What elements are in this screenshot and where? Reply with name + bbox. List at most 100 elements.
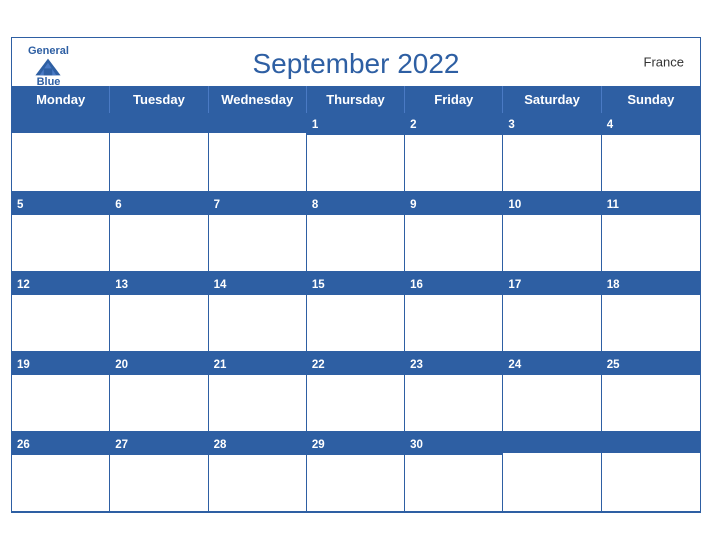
day-body [405,215,502,271]
day-number: 28 [214,439,227,451]
day-body [503,375,600,431]
day-number-bar: 20 [110,353,207,375]
day-cell: 15 [307,273,405,352]
month-title: September 2022 [252,48,459,80]
day-number-bar: 12 [12,273,109,295]
day-cell: 5 [12,193,110,272]
day-cell: 3 [503,113,601,192]
day-number-bar: 9 [405,193,502,215]
day-number-bar: 26 [12,433,109,455]
day-number-bar: 4 [602,113,700,135]
day-body [209,133,306,189]
day-body [405,455,502,511]
day-number: 18 [607,279,620,291]
day-body [209,215,306,271]
day-number-bar [602,433,700,453]
day-body [12,295,109,351]
logo-icon [34,57,62,77]
calendar-header: General Blue September 2022 France [12,38,700,86]
day-cell: 9 [405,193,503,272]
day-number: 3 [508,119,514,131]
day-number-bar: 10 [503,193,600,215]
day-body [209,455,306,511]
day-number-bar: 5 [12,193,109,215]
day-body [110,455,207,511]
day-body [12,455,109,511]
day-body [602,295,700,351]
day-number-bar: 6 [110,193,207,215]
week-row-3: 12 13 14 15 16 17 18 [12,273,700,353]
day-header-monday: Monday [12,86,110,113]
country-label: France [644,55,684,70]
day-number: 9 [410,199,416,211]
day-number: 10 [508,199,521,211]
day-cell: 17 [503,273,601,352]
day-number-bar: 17 [503,273,600,295]
day-body [602,215,700,271]
day-number-bar: 1 [307,113,404,135]
day-cell: 20 [110,353,208,432]
day-number-bar [503,433,600,453]
day-body [209,295,306,351]
day-number-bar: 13 [110,273,207,295]
day-cell: 10 [503,193,601,272]
day-number-bar: 23 [405,353,502,375]
day-number: 29 [312,439,325,451]
day-body [307,375,404,431]
day-cell [209,113,307,192]
day-number: 19 [17,359,30,371]
week-row-1: 123 4 [12,113,700,193]
day-number-bar: 28 [209,433,306,455]
day-cell: 6 [110,193,208,272]
day-body [12,375,109,431]
day-number-bar: 30 [405,433,502,455]
day-number-bar: 16 [405,273,502,295]
day-cell: 4 [602,113,700,192]
calendar-body: 1234567891011121314151617181920212223242… [12,113,700,512]
day-body [307,455,404,511]
day-number: 11 [607,199,619,211]
day-cell: 8 [307,193,405,272]
day-cell: 13 [110,273,208,352]
day-number-bar: 8 [307,193,404,215]
day-number-bar: 11 [602,193,700,215]
day-body [503,135,600,191]
day-header-friday: Friday [405,86,503,113]
week-row-5: 26 27 28 29 30 [12,433,700,512]
day-number: 27 [115,439,128,451]
day-number: 16 [410,279,423,291]
day-number: 22 [312,359,325,371]
day-cell: 7 [209,193,307,272]
day-number: 17 [508,279,521,291]
day-body [503,215,600,271]
day-cell: 12 [12,273,110,352]
day-cell: 19 [12,353,110,432]
day-cell: 28 [209,433,307,512]
day-body [602,135,700,191]
day-number-bar: 3 [503,113,600,135]
day-number-bar: 18 [602,273,700,295]
day-body [307,295,404,351]
day-number: 13 [115,279,128,291]
day-cell: 23 [405,353,503,432]
day-body [12,215,109,271]
day-number-bar: 29 [307,433,404,455]
day-header-tuesday: Tuesday [110,86,208,113]
day-number-bar [12,113,109,133]
day-number-bar: 14 [209,273,306,295]
day-number: 15 [312,279,325,291]
logo: General Blue [28,46,69,88]
day-body [405,135,502,191]
day-number: 6 [115,199,121,211]
day-cell [12,113,110,192]
week-row-4: 19202122232425 [12,353,700,433]
day-number: 26 [17,439,30,451]
day-cell: 2 [405,113,503,192]
day-cell: 26 [12,433,110,512]
day-number-bar: 19 [12,353,109,375]
day-number: 23 [410,359,423,371]
day-body [307,135,404,191]
day-cell [602,433,700,512]
day-number-bar: 7 [209,193,306,215]
day-cell: 11 [602,193,700,272]
